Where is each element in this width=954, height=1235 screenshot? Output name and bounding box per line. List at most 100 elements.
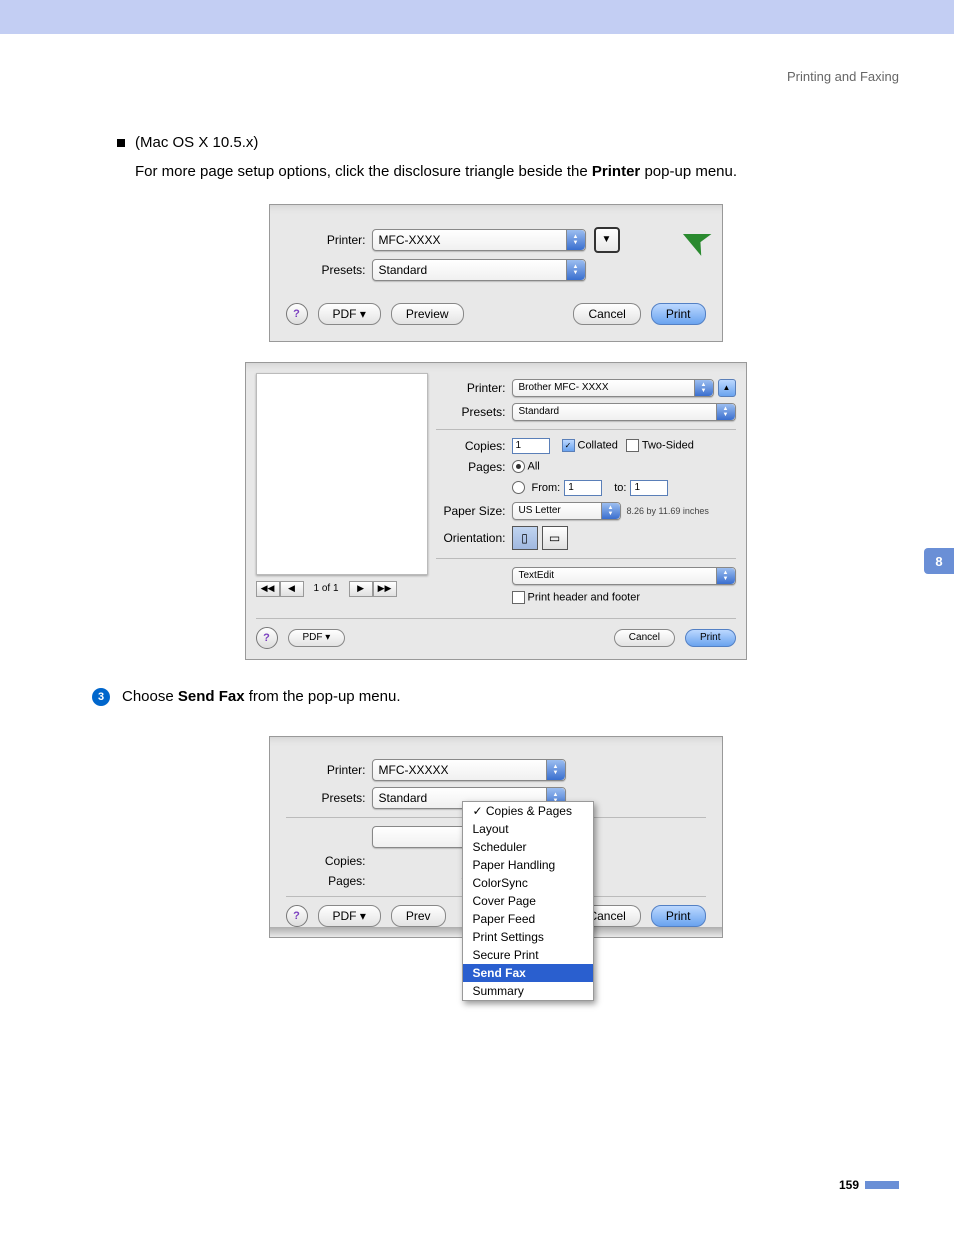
footer-bar-icon bbox=[865, 1181, 899, 1189]
checkbox-checked-icon: ✓ bbox=[562, 439, 575, 452]
print-dialog-collapsed: ➤ Printer: MFC-XXXX ▲▼ ▼ Presets: Standa… bbox=[269, 204, 723, 342]
printer-label: Printer: bbox=[286, 233, 372, 247]
pages-all-label: All bbox=[528, 460, 540, 472]
print-button[interactable]: Print bbox=[685, 629, 736, 647]
from-input[interactable]: 1 bbox=[564, 480, 602, 496]
step3-pre: Choose bbox=[122, 688, 178, 705]
orientation-portrait-button[interactable]: ▯ bbox=[512, 526, 538, 550]
presets-label: Presets: bbox=[436, 405, 512, 419]
select-arrows-icon: ▲▼ bbox=[694, 380, 713, 396]
step-badge: 3 bbox=[92, 688, 110, 706]
menu-item[interactable]: Layout bbox=[463, 820, 593, 838]
to-input[interactable]: 1 bbox=[630, 480, 668, 496]
top-blue-bar bbox=[0, 0, 954, 34]
presets-select-value: Standard bbox=[379, 263, 428, 277]
printer-label: Printer: bbox=[286, 763, 372, 777]
help-button[interactable]: ? bbox=[256, 627, 278, 649]
preview-pager: ◀◀ ◀ 1 of 1 ▶ ▶▶ bbox=[256, 581, 436, 597]
cancel-button[interactable]: Cancel bbox=[614, 629, 675, 647]
intro-post: pop-up menu. bbox=[640, 163, 737, 180]
menu-item[interactable]: Cover Page bbox=[463, 892, 593, 910]
help-button[interactable]: ? bbox=[286, 905, 308, 927]
collated-option[interactable]: ✓Collated bbox=[562, 439, 618, 452]
pages-from-option[interactable]: From: 1 to: 1 bbox=[512, 480, 669, 496]
presets-label: Presets: bbox=[286, 791, 372, 805]
intro-pre: For more page setup options, click the d… bbox=[135, 163, 592, 180]
page-number: 159 bbox=[839, 1178, 859, 1192]
menu-item[interactable]: Paper Handling bbox=[463, 856, 593, 874]
from-label: From: bbox=[532, 482, 561, 494]
pages-label: Pages: bbox=[436, 460, 512, 474]
menu-item[interactable]: Copies & Pages bbox=[463, 802, 593, 820]
twosided-option[interactable]: Two-Sided bbox=[626, 439, 694, 452]
help-button[interactable]: ? bbox=[286, 303, 308, 325]
copies-label: Copies: bbox=[436, 439, 512, 453]
select-arrows-icon: ▲▼ bbox=[546, 760, 565, 780]
app-panel-value: TextEdit bbox=[519, 570, 555, 581]
pager-prev-button[interactable]: ◀ bbox=[280, 581, 304, 597]
disclosure-triangle-button[interactable]: ▲ bbox=[718, 379, 736, 397]
printer-select-value: Brother MFC- XXXX bbox=[519, 382, 609, 393]
radio-off-icon bbox=[512, 481, 525, 494]
select-arrows-icon: ▲▼ bbox=[716, 568, 735, 584]
menu-item[interactable]: Scheduler bbox=[463, 838, 593, 856]
printer-select[interactable]: MFC-XXXX ▲▼ bbox=[372, 229, 586, 251]
printer-select[interactable]: MFC-XXXXX ▲▼ bbox=[372, 759, 566, 781]
cancel-button[interactable]: Cancel bbox=[573, 303, 640, 325]
pages-all-option[interactable]: All bbox=[512, 460, 540, 473]
orientation-landscape-button[interactable]: ▭ bbox=[542, 526, 568, 550]
step3-text: Choose Send Fax from the pop-up menu. bbox=[122, 688, 400, 705]
presets-select[interactable]: Standard ▲▼ bbox=[372, 259, 586, 281]
page-preview bbox=[256, 373, 428, 575]
printer-select-value: MFC-XXXXX bbox=[379, 763, 449, 777]
pages-label: Pages: bbox=[286, 874, 372, 888]
app-panel-select[interactable]: TextEdit ▲▼ bbox=[512, 567, 736, 585]
print-dialog-sendfax-menu: Printer: MFC-XXXXX ▲▼ Presets: Standard … bbox=[269, 736, 723, 938]
pdf-button[interactable]: PDF ▾ bbox=[318, 303, 381, 325]
menu-item[interactable]: ColorSync bbox=[463, 874, 593, 892]
print-button[interactable]: Print bbox=[651, 303, 706, 325]
disclosure-triangle-button[interactable]: ▼ bbox=[594, 227, 620, 253]
header-footer-option[interactable]: Print header and footer bbox=[512, 591, 641, 604]
papersize-dimensions: 8.26 by 11.69 inches bbox=[627, 506, 709, 516]
select-arrows-icon: ▲▼ bbox=[566, 260, 585, 280]
copies-label: Copies: bbox=[286, 854, 372, 868]
header-footer-label: Print header and footer bbox=[528, 591, 641, 603]
menu-item[interactable]: Secure Print bbox=[463, 946, 593, 964]
page-footer: 159 bbox=[92, 1178, 899, 1192]
os-note: (Mac OS X 10.5.x) bbox=[135, 134, 258, 151]
menu-item[interactable]: Paper Feed bbox=[463, 910, 593, 928]
preview-button[interactable]: Preview bbox=[391, 303, 464, 325]
menu-item[interactable]: Summary bbox=[463, 982, 593, 1000]
pager-text: 1 of 1 bbox=[314, 583, 339, 594]
papersize-label: Paper Size: bbox=[436, 504, 512, 518]
section-header: Printing and Faxing bbox=[92, 69, 899, 84]
menu-item[interactable]: Send Fax bbox=[463, 964, 593, 982]
collated-label: Collated bbox=[578, 439, 618, 451]
checkbox-icon bbox=[512, 591, 525, 604]
preview-button[interactable]: Prev bbox=[391, 905, 446, 927]
pager-first-button[interactable]: ◀◀ bbox=[256, 581, 280, 597]
printer-select-value: MFC-XXXX bbox=[379, 233, 441, 247]
intro-strong: Printer bbox=[592, 163, 640, 180]
print-dialog-expanded: ◀◀ ◀ 1 of 1 ▶ ▶▶ Printer: Brother MFC- X… bbox=[245, 362, 747, 660]
printer-select[interactable]: Brother MFC- XXXX ▲▼ bbox=[512, 379, 714, 397]
chapter-side-tab: 8 bbox=[924, 548, 954, 574]
printer-label: Printer: bbox=[436, 381, 512, 395]
select-arrows-icon: ▲▼ bbox=[601, 503, 620, 519]
pager-next-button[interactable]: ▶ bbox=[349, 581, 373, 597]
presets-select[interactable]: Standard ▲▼ bbox=[512, 403, 736, 421]
pdf-button[interactable]: PDF ▾ bbox=[318, 905, 381, 927]
pager-last-button[interactable]: ▶▶ bbox=[373, 581, 397, 597]
presets-label: Presets: bbox=[286, 263, 372, 277]
print-button[interactable]: Print bbox=[651, 905, 706, 927]
select-arrows-icon: ▲▼ bbox=[716, 404, 735, 420]
copies-input[interactable]: 1 bbox=[512, 438, 550, 454]
papersize-select[interactable]: US Letter ▲▼ bbox=[512, 502, 621, 520]
select-arrows-icon: ▲▼ bbox=[566, 230, 585, 250]
pdf-button[interactable]: PDF ▾ bbox=[288, 629, 346, 647]
to-label: to: bbox=[614, 482, 626, 494]
papersize-value: US Letter bbox=[519, 505, 561, 516]
panel-popup-menu: Copies & PagesLayoutSchedulerPaper Handl… bbox=[462, 801, 594, 1001]
menu-item[interactable]: Print Settings bbox=[463, 928, 593, 946]
